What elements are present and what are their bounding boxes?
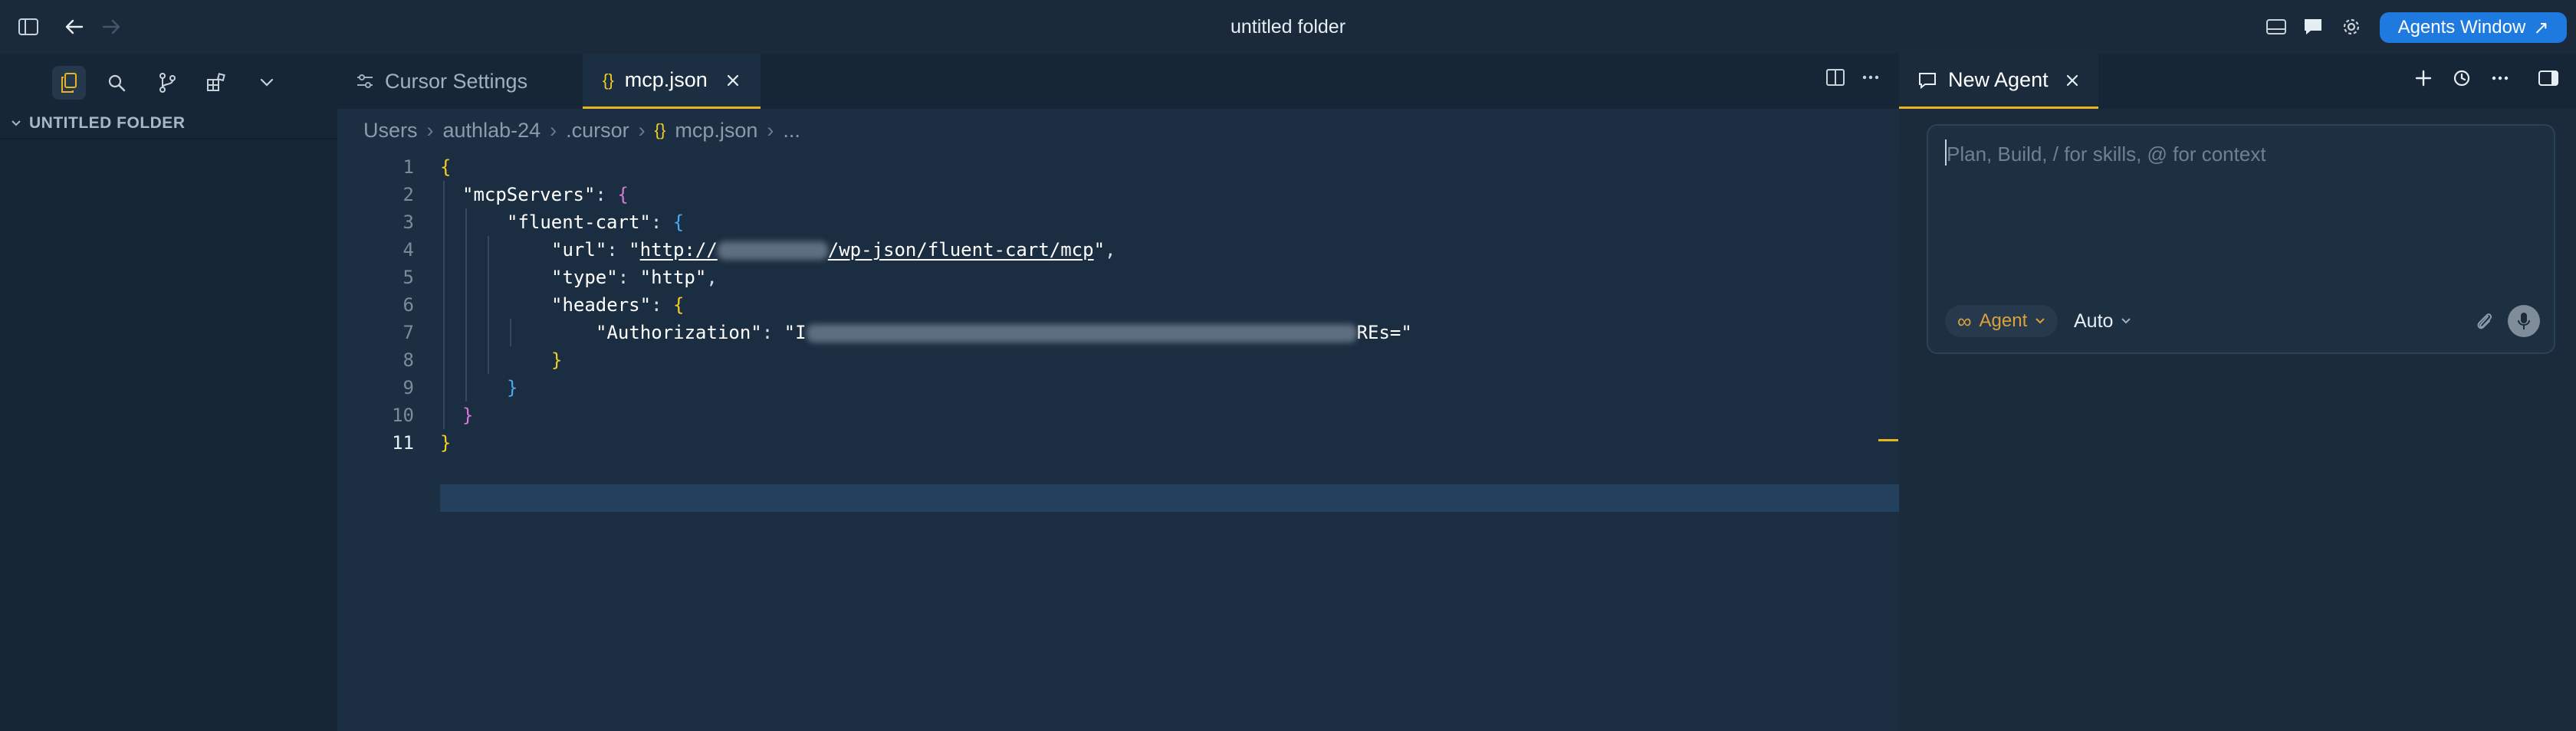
title-bar: untitled folder Agents Window ↗ bbox=[0, 0, 2576, 54]
plus-icon[interactable] bbox=[2413, 67, 2434, 89]
breadcrumb-separator: › bbox=[426, 118, 434, 142]
chevron-down-icon bbox=[2036, 318, 2045, 324]
code-line: } bbox=[507, 377, 518, 398]
code-line: "url": "http:///wp-json/fluent-cart/mcp"… bbox=[551, 239, 1116, 261]
code-line: } bbox=[440, 432, 452, 454]
chevron-down-icon bbox=[12, 120, 21, 126]
code-line: } bbox=[551, 349, 563, 371]
indent-guide bbox=[510, 319, 511, 346]
editor-area: Cursor Settings {} mcp.json Users › auth… bbox=[337, 54, 1899, 731]
url-link[interactable]: http:///wp-json/fluent-cart/mcp bbox=[640, 239, 1094, 261]
json-braces-icon: {} bbox=[654, 120, 666, 139]
infinity-icon: ∞ bbox=[1957, 309, 1972, 333]
chevron-down-icon bbox=[2121, 318, 2131, 324]
tab-label: mcp.json bbox=[624, 68, 708, 91]
chat-bubble-icon bbox=[1919, 72, 1936, 89]
line-number: 2 bbox=[402, 184, 414, 205]
breadcrumb-item[interactable]: mcp.json bbox=[675, 119, 757, 143]
sliders-icon bbox=[357, 74, 373, 88]
overview-ruler-marker bbox=[1878, 439, 1898, 441]
agent-mode-selector[interactable]: ∞ Agent bbox=[1945, 305, 2058, 337]
line-number-gutter: 1 2 3 4 5 6 7 8 9 10 11 bbox=[337, 152, 440, 731]
agent-composer[interactable]: Plan, Build, / for skills, @ for context… bbox=[1927, 124, 2555, 354]
close-icon[interactable] bbox=[2064, 72, 2081, 89]
editor-tabs: Cursor Settings {} mcp.json bbox=[337, 54, 1899, 109]
model-selector[interactable]: Auto bbox=[2074, 305, 2131, 337]
indent-guide bbox=[465, 208, 467, 402]
source-control-icon[interactable] bbox=[150, 66, 184, 100]
agents-window-button[interactable]: Agents Window ↗ bbox=[2380, 12, 2567, 43]
line-number: 4 bbox=[402, 239, 414, 261]
indent-guide bbox=[443, 181, 445, 429]
tab-cursor-settings[interactable]: Cursor Settings bbox=[337, 54, 583, 109]
agent-panel: New Agent Plan, Build, / for skills, @ f… bbox=[1899, 54, 2576, 731]
model-label: Auto bbox=[2074, 310, 2114, 332]
breadcrumb-separator: › bbox=[638, 118, 646, 142]
search-icon[interactable] bbox=[100, 66, 133, 100]
settings-gear-icon[interactable] bbox=[2338, 14, 2364, 40]
history-clock-icon[interactable] bbox=[2451, 67, 2472, 89]
agent-actions bbox=[2413, 67, 2560, 89]
sidebar-toolbar bbox=[0, 54, 337, 109]
explorer-files-icon[interactable] bbox=[52, 66, 86, 100]
current-line-highlight bbox=[440, 484, 1899, 512]
more-actions-icon[interactable] bbox=[1860, 67, 1881, 87]
code-line: "fluent-cart": { bbox=[507, 211, 685, 233]
toggle-panel-icon[interactable] bbox=[2263, 14, 2289, 40]
external-arrow-icon: ↗ bbox=[2533, 17, 2549, 38]
code-editor[interactable]: { "mcpServers": { "fluent-cart": { "url"… bbox=[440, 152, 1899, 731]
tab-label: New Agent bbox=[1948, 68, 2049, 91]
breadcrumb-item[interactable]: Users bbox=[363, 119, 418, 143]
indent-guide bbox=[488, 236, 489, 374]
breadcrumb-separator: › bbox=[550, 118, 557, 142]
line-number: 9 bbox=[402, 377, 414, 398]
line-number: 3 bbox=[402, 211, 414, 233]
more-actions-icon[interactable] bbox=[2489, 67, 2511, 89]
editor-actions bbox=[1825, 67, 1881, 87]
line-number: 6 bbox=[402, 294, 414, 316]
window-title: untitled folder bbox=[1230, 16, 1346, 38]
close-icon[interactable] bbox=[724, 72, 741, 89]
breadcrumb: Users › authlab-24 › .cursor › {} mcp.js… bbox=[337, 109, 1899, 152]
folder-label: UNTITLED FOLDER bbox=[29, 114, 186, 132]
chevron-down-icon[interactable] bbox=[250, 66, 284, 100]
toggle-sidebar-icon[interactable] bbox=[15, 14, 41, 40]
line-number: 7 bbox=[402, 322, 414, 343]
line-number: 8 bbox=[402, 349, 414, 371]
microphone-icon[interactable] bbox=[2508, 305, 2540, 337]
line-number: 1 bbox=[402, 156, 414, 178]
composer-placeholder: Plan, Build, / for skills, @ for context bbox=[1947, 143, 2266, 166]
paperclip-icon[interactable] bbox=[2469, 306, 2499, 336]
mode-label: Agent bbox=[1979, 310, 2028, 331]
tab-new-agent[interactable]: New Agent bbox=[1899, 54, 2098, 109]
explorer-sidebar: UNTITLED FOLDER bbox=[0, 54, 337, 731]
line-number: 5 bbox=[402, 267, 414, 288]
split-editor-icon[interactable] bbox=[1825, 67, 1846, 87]
agent-tabs: New Agent bbox=[1899, 54, 2576, 109]
code-line: { bbox=[440, 156, 452, 178]
tab-mcp-json[interactable]: {} mcp.json bbox=[583, 54, 761, 109]
tab-label: Cursor Settings bbox=[385, 69, 528, 93]
breadcrumb-separator: › bbox=[767, 118, 774, 142]
chat-bubble-icon[interactable] bbox=[2300, 14, 2326, 40]
code-line: "headers": { bbox=[551, 294, 685, 316]
breadcrumb-item[interactable]: .cursor bbox=[566, 119, 629, 143]
extensions-icon[interactable] bbox=[199, 66, 233, 100]
toggle-secondary-sidebar-icon[interactable] bbox=[2537, 68, 2560, 88]
line-number: 10 bbox=[392, 405, 414, 426]
breadcrumb-item[interactable]: ... bbox=[783, 119, 800, 143]
code-line: "Authorization": "I REs=" bbox=[596, 322, 1412, 343]
line-number: 11 bbox=[392, 432, 414, 454]
breadcrumb-item[interactable]: authlab-24 bbox=[443, 119, 541, 143]
code-line: "mcpServers": { bbox=[462, 184, 629, 205]
code-line: } bbox=[462, 405, 474, 426]
back-arrow-icon[interactable] bbox=[61, 14, 87, 40]
json-braces-icon: {} bbox=[603, 70, 614, 90]
redacted-host bbox=[717, 241, 828, 260]
folder-header[interactable]: UNTITLED FOLDER bbox=[0, 109, 337, 139]
code-line: "type": "http", bbox=[551, 267, 718, 288]
forward-arrow-icon[interactable] bbox=[98, 14, 124, 40]
redacted-token bbox=[806, 324, 1357, 343]
agents-window-label: Agents Window bbox=[2397, 17, 2526, 38]
